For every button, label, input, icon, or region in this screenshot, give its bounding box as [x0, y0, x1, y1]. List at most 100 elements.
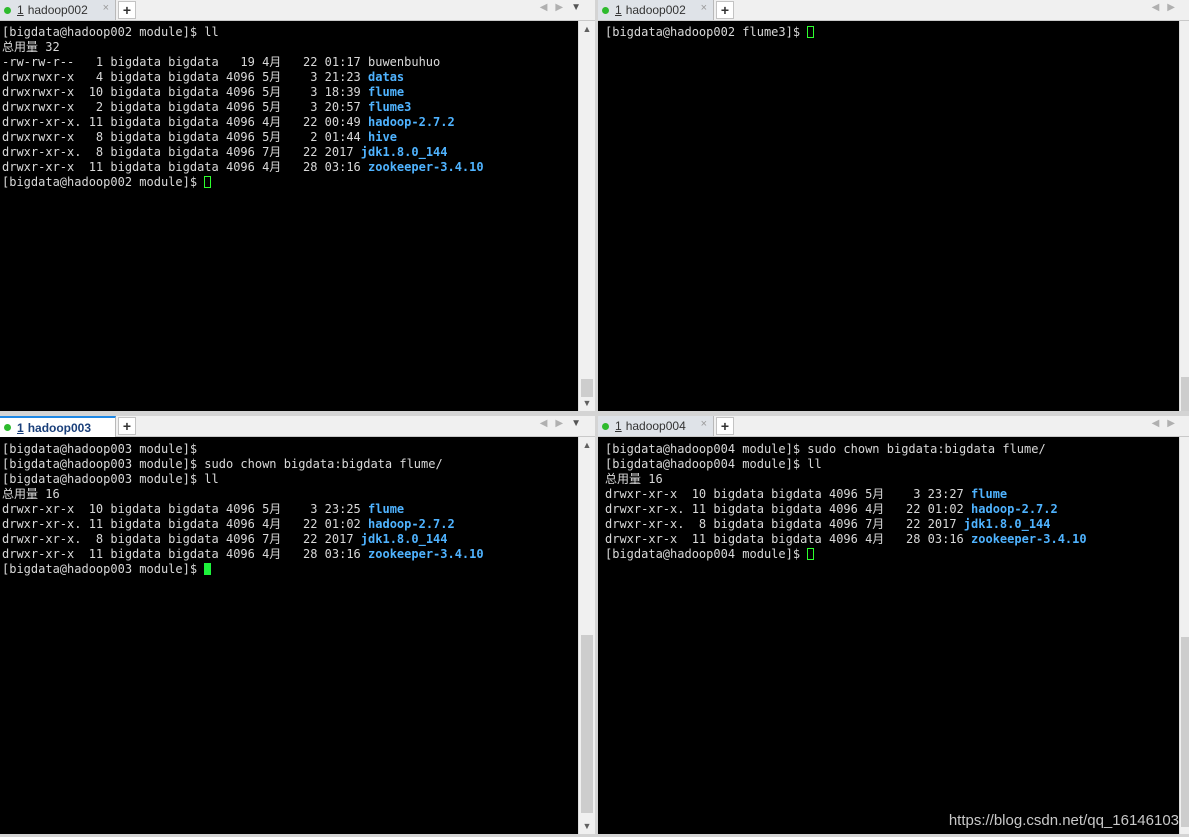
- terminal-output[interactable]: [bigdata@hadoop004 module]$ sudo chown b…: [598, 438, 1172, 834]
- terminal-line: [bigdata@hadoop003 module]$ sudo chown b…: [2, 457, 578, 472]
- directory-name: zookeeper-3.4.10: [368, 547, 484, 561]
- terminal-text: drwxr-xr-x 11 bigdata bigdata 4096 4月 28…: [2, 160, 369, 174]
- terminal-text: drwxrwxr-x 4 bigdata bigdata 4096 5月 3 2…: [2, 70, 369, 84]
- tab-left-icon[interactable]: ◀: [1152, 2, 1168, 13]
- terminal-line: drwxr-xr-x. 11 bigdata bigdata 4096 4月 2…: [605, 502, 1172, 517]
- terminal-line: 总用量 16: [605, 472, 1172, 487]
- tab-label: hadoop002: [625, 3, 686, 17]
- terminal-line: [bigdata@hadoop004 module]$: [605, 547, 1172, 562]
- terminal-line: drwxr-xr-x. 8 bigdata bigdata 4096 7月 22…: [2, 145, 578, 160]
- tab-number: 1: [17, 3, 24, 17]
- terminal-line: drwxr-xr-x. 8 bigdata bigdata 4096 7月 22…: [2, 532, 578, 547]
- terminal-line: [bigdata@hadoop004 module]$ sudo chown b…: [605, 442, 1172, 457]
- scroll-down-icon[interactable]: ▼: [579, 818, 595, 834]
- terminal-line: [bigdata@hadoop002 flume3]$: [605, 25, 1172, 40]
- session-tab-hadoop004[interactable]: 1 hadoop004 ×: [598, 416, 714, 436]
- terminal-line: 总用量 32: [2, 40, 578, 55]
- terminal-text: -rw-rw-r-- 1 bigdata bigdata 19 4月 22 01…: [2, 55, 441, 69]
- terminal-text: [bigdata@hadoop003 module]$: [2, 562, 205, 576]
- tab-left-icon[interactable]: ◀: [540, 418, 556, 429]
- terminal-line: drwxr-xr-x. 11 bigdata bigdata 4096 4月 2…: [2, 517, 578, 532]
- tab-label: hadoop003: [27, 420, 92, 435]
- terminal-pane-top-right: 1 hadoop002 × + ◀▶ [bigdata@hadoop002 fl…: [598, 0, 1189, 411]
- tab-left-icon[interactable]: ◀: [540, 2, 556, 13]
- terminal-text: 总用量 16: [605, 472, 663, 486]
- tab-bar: 1 hadoop002 × + ◀▶▼: [0, 0, 595, 21]
- tab-left-icon[interactable]: ◀: [1152, 418, 1168, 429]
- tab-scroll-arrows: ◀▶: [1152, 418, 1183, 429]
- tab-menu-icon[interactable]: ▼: [571, 418, 589, 429]
- tab-right-icon[interactable]: ▶: [1167, 2, 1183, 13]
- directory-name: flume: [368, 502, 405, 516]
- terminal-text: [bigdata@hadoop002 module]$ ll: [2, 25, 219, 39]
- terminal-text: drwxr-xr-x. 11 bigdata bigdata 4096 4月 2…: [2, 115, 369, 129]
- tab-bar: 1 hadoop004 × + ◀▶: [598, 416, 1189, 437]
- close-tab-icon[interactable]: ×: [701, 418, 707, 430]
- terminal-text: drwxrwxr-x 10 bigdata bigdata 4096 5月 3 …: [2, 85, 369, 99]
- directory-name: hadoop-2.7.2: [368, 517, 455, 531]
- terminal-text: 总用量 32: [2, 40, 60, 54]
- vertical-scrollbar[interactable]: ▲ ▼: [578, 437, 595, 834]
- tab-bar: 1 hadoop002 × + ◀▶: [598, 0, 1189, 21]
- terminal-line: drwxrwxr-x 2 bigdata bigdata 4096 5月 3 2…: [2, 100, 578, 115]
- terminal-output[interactable]: [bigdata@hadoop002 flume3]$: [598, 21, 1172, 411]
- tab-menu-icon[interactable]: ▼: [571, 2, 589, 13]
- new-tab-button[interactable]: +: [118, 417, 136, 435]
- terminal-line: [bigdata@hadoop004 module]$ ll: [605, 457, 1172, 472]
- connected-status-icon: [4, 6, 11, 14]
- tab-right-icon[interactable]: ▶: [555, 418, 571, 429]
- terminal-line: 总用量 16: [2, 487, 578, 502]
- terminal-line: [bigdata@hadoop003 module]$ ll: [2, 472, 578, 487]
- scrollbar-thumb[interactable]: [1181, 637, 1189, 827]
- terminal-text: drwxr-xr-x 10 bigdata bigdata 4096 5月 3 …: [2, 502, 369, 516]
- terminal-cursor: [204, 176, 212, 188]
- vertical-scrollbar[interactable]: [1179, 437, 1189, 834]
- directory-name: hive: [368, 130, 397, 144]
- tab-bar: 1 hadoop003 + ◀▶▼: [0, 416, 595, 437]
- vertical-scrollbar[interactable]: [1179, 21, 1189, 411]
- directory-name: zookeeper-3.4.10: [971, 532, 1087, 546]
- terminal-text: drwxrwxr-x 2 bigdata bigdata 4096 5月 3 2…: [2, 100, 369, 114]
- scroll-down-icon[interactable]: ▼: [579, 395, 595, 411]
- session-tab-hadoop002[interactable]: 1 hadoop002 ×: [598, 0, 714, 20]
- new-tab-button[interactable]: +: [716, 417, 734, 435]
- scroll-up-icon[interactable]: ▲: [579, 437, 595, 453]
- directory-name: flume: [368, 85, 405, 99]
- terminal-line: [bigdata@hadoop003 module]$: [2, 442, 578, 457]
- tab-right-icon[interactable]: ▶: [555, 2, 571, 13]
- terminal-text: drwxr-xr-x. 11 bigdata bigdata 4096 4月 2…: [605, 502, 972, 516]
- terminal-text: drwxr-xr-x. 11 bigdata bigdata 4096 4月 2…: [2, 517, 369, 531]
- new-tab-button[interactable]: +: [118, 1, 136, 19]
- session-tab-hadoop003[interactable]: 1 hadoop003: [0, 416, 116, 437]
- terminal-line: drwxr-xr-x 11 bigdata bigdata 4096 4月 28…: [2, 160, 578, 175]
- directory-name: hadoop-2.7.2: [368, 115, 455, 129]
- directory-name: hadoop-2.7.2: [971, 502, 1058, 516]
- session-tab-hadoop002[interactable]: 1 hadoop002 ×: [0, 0, 116, 20]
- terminal-text: drwxr-xr-x 11 bigdata bigdata 4096 4月 28…: [605, 532, 972, 546]
- directory-name: jdk1.8.0_144: [360, 145, 448, 159]
- scrollbar-thumb[interactable]: [1181, 377, 1189, 411]
- directory-name: jdk1.8.0_144: [963, 517, 1051, 531]
- directory-name: jdk1.8.0_144: [360, 532, 448, 546]
- terminal-pane-bottom-right: 1 hadoop004 × + ◀▶ [bigdata@hadoop004 mo…: [598, 416, 1189, 834]
- terminal-text: drwxr-xr-x. 8 bigdata bigdata 4096 7月 22…: [2, 145, 361, 159]
- scrollbar-thumb[interactable]: [581, 635, 593, 813]
- terminal-output[interactable]: [bigdata@hadoop002 module]$ ll 总用量 32 -rw-…: [0, 21, 578, 411]
- terminal-line: [bigdata@hadoop003 module]$: [2, 562, 578, 577]
- terminal-output[interactable]: [bigdata@hadoop003 module]$ [bigdata@hado…: [0, 438, 578, 834]
- terminal-pane-bottom-left: 1 hadoop003 + ◀▶▼ [bigdata@hadoop003 mod…: [0, 416, 595, 834]
- terminal-text: drwxr-xr-x. 8 bigdata bigdata 4096 7月 22…: [605, 517, 964, 531]
- terminal-text: [bigdata@hadoop003 module]$ sudo chown b…: [2, 457, 443, 471]
- vertical-scrollbar[interactable]: ▲ ▼: [578, 21, 595, 411]
- close-tab-icon[interactable]: ×: [103, 2, 109, 14]
- scroll-up-icon[interactable]: ▲: [579, 21, 595, 37]
- tab-number: 1: [615, 419, 622, 433]
- terminal-line: [bigdata@hadoop002 module]$: [2, 175, 578, 190]
- new-tab-button[interactable]: +: [716, 1, 734, 19]
- tab-label: hadoop004: [625, 419, 686, 433]
- tab-right-icon[interactable]: ▶: [1167, 418, 1183, 429]
- terminal-text: [bigdata@hadoop002 flume3]$: [605, 25, 808, 39]
- close-tab-icon[interactable]: ×: [701, 2, 707, 14]
- terminal-line: drwxr-xr-x 11 bigdata bigdata 4096 4月 28…: [605, 532, 1172, 547]
- terminal-cursor: [204, 563, 212, 575]
